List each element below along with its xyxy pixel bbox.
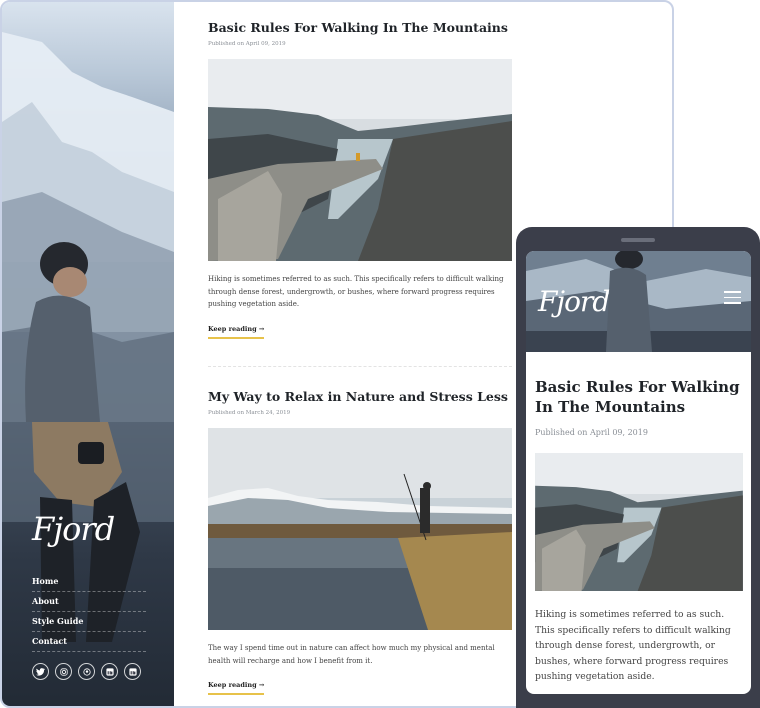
nav-item-home[interactable]: Home <box>32 572 146 592</box>
nav-item-about[interactable]: About <box>32 592 146 612</box>
mobile-post-excerpt: Hiking is sometimes referred to as such.… <box>535 609 731 682</box>
post-image-cliff[interactable] <box>208 59 512 261</box>
phone-speaker <box>621 238 655 242</box>
post-divider <box>208 366 512 367</box>
post-image-fishing[interactable] <box>208 428 512 630</box>
instagram-icon[interactable] <box>55 663 72 680</box>
mobile-post-title[interactable]: Basic Rules For Walking In The Mountains <box>535 377 743 417</box>
sidebar: Fjord Home About Style Guide Contact <box>2 2 174 706</box>
hamburger-menu-icon[interactable] <box>724 291 741 304</box>
nav-item-style-guide[interactable]: Style Guide <box>32 612 146 632</box>
post-date: Published on April 09, 2019 <box>208 41 286 47</box>
post-card-2: My Way to Relax in Nature and Stress Les… <box>208 389 512 695</box>
keep-reading-link[interactable]: Keep reading → <box>208 681 265 695</box>
nav-item-contact[interactable]: Contact <box>32 632 146 652</box>
mobile-post-image[interactable] <box>535 453 743 591</box>
post-title[interactable]: My Way to Relax in Nature and Stress Les… <box>208 389 512 404</box>
mobile-site-logo[interactable]: Fjord <box>538 285 610 318</box>
site-logo[interactable]: Fjord <box>32 510 115 548</box>
social-links <box>32 663 141 680</box>
post-title[interactable]: Basic Rules For Walking In The Mountains <box>208 20 512 35</box>
post-card-1: Basic Rules For Walking In The Mountains… <box>208 20 512 339</box>
linkedin-icon[interactable] <box>101 663 118 680</box>
mobile-post: Basic Rules For Walking In The Mountains… <box>535 377 743 685</box>
mobile-header: Fjord <box>526 251 751 352</box>
post-date: Published on March 24, 2019 <box>208 410 291 416</box>
twitter-icon[interactable] <box>32 663 49 680</box>
github-icon[interactable] <box>78 663 95 680</box>
sidebar-nav: Home About Style Guide Contact <box>32 572 146 652</box>
keep-reading-link[interactable]: Keep reading → <box>208 325 265 339</box>
mobile-preview: Fjord Basic Rules For Walking In The Mou… <box>516 227 760 708</box>
linkedin-icon[interactable] <box>124 663 141 680</box>
post-excerpt: The way I spend time out in nature can a… <box>208 644 495 665</box>
post-excerpt: Hiking is sometimes referred to as such.… <box>208 275 504 308</box>
mobile-post-date: Published on April 09, 2019 <box>535 428 648 437</box>
phone-screen: Fjord Basic Rules For Walking In The Mou… <box>526 251 751 694</box>
